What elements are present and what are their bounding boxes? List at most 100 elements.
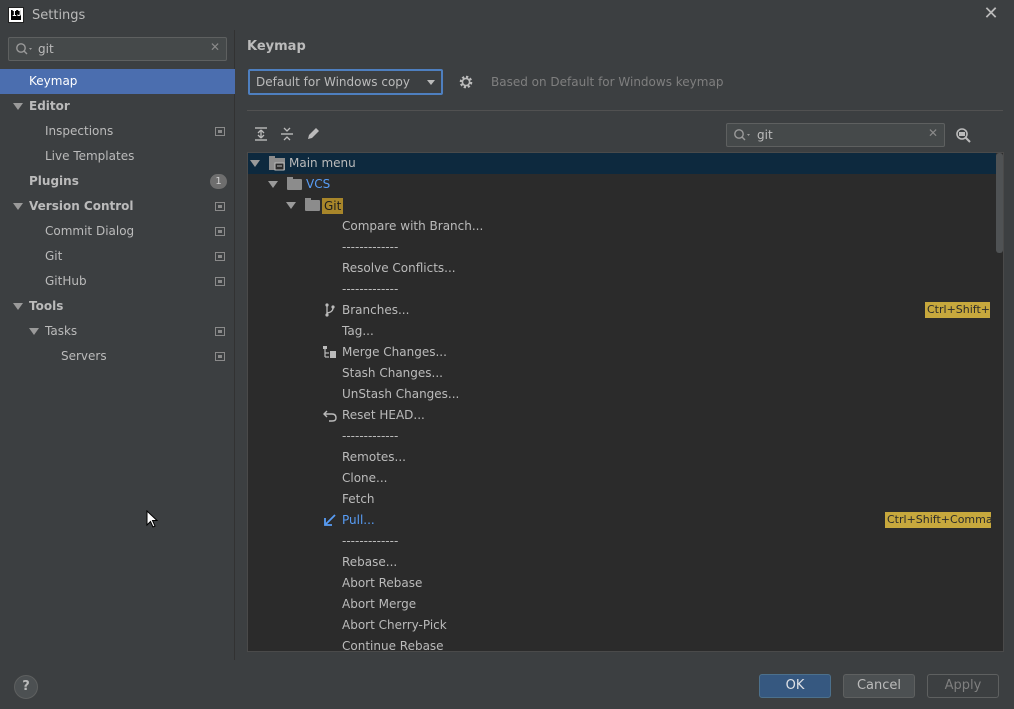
search-icon bbox=[734, 129, 750, 141]
tree-action-tag[interactable]: Tag... bbox=[248, 321, 996, 342]
search-icon bbox=[16, 43, 32, 55]
shortcut-badge: Ctrl+Shift+` bbox=[925, 302, 990, 318]
tree-action-abort-merge[interactable]: Abort Merge bbox=[248, 594, 996, 615]
sidebar-item-label: Keymap bbox=[29, 74, 78, 88]
tree-action-clone[interactable]: Clone... bbox=[248, 468, 996, 489]
keymap-search-input[interactable]: git ✕ bbox=[726, 123, 945, 147]
tree-action-compare-with-branch[interactable]: Compare with Branch... bbox=[248, 216, 996, 237]
expand-arrow-icon[interactable] bbox=[13, 103, 23, 110]
project-settings-icon bbox=[215, 202, 225, 211]
based-on-text: Based on Default for Windows keymap bbox=[491, 75, 724, 89]
sidebar-item-editor[interactable]: Editor bbox=[0, 94, 235, 119]
project-settings-icon bbox=[215, 352, 225, 361]
chevron-down-icon bbox=[427, 80, 435, 85]
sidebar-item-label: Commit Dialog bbox=[45, 224, 135, 238]
tree-action-rebase[interactable]: Rebase... bbox=[248, 552, 996, 573]
project-settings-icon bbox=[215, 252, 225, 261]
collapse-all-icon[interactable] bbox=[279, 126, 295, 142]
separator-label: ------------- bbox=[342, 240, 399, 254]
tree-action-continue-rebase[interactable]: Continue Rebase bbox=[248, 636, 996, 651]
tree-scrollbar[interactable] bbox=[996, 153, 1003, 253]
tree-action-pull[interactable]: Pull... Ctrl+Shift+Comma bbox=[248, 510, 996, 531]
tree-action-unstash-changes[interactable]: UnStash Changes... bbox=[248, 384, 996, 405]
tree-separator: ------------- bbox=[248, 279, 996, 300]
page-title: Keymap bbox=[247, 39, 306, 54]
find-by-shortcut-icon[interactable] bbox=[954, 126, 972, 144]
sidebar-item-label: Servers bbox=[61, 349, 107, 363]
help-button[interactable]: ? bbox=[14, 675, 38, 699]
tree-action-resolve-conflicts[interactable]: Resolve Conflicts... bbox=[248, 258, 996, 279]
sidebar-item-tools[interactable]: Tools bbox=[0, 294, 235, 319]
sidebar-item-live-templates[interactable]: Live Templates bbox=[0, 144, 235, 169]
action-label: Abort Rebase bbox=[342, 576, 423, 590]
action-label: Tag... bbox=[342, 324, 374, 338]
action-label: Abort Cherry-Pick bbox=[342, 618, 447, 632]
sidebar-item-tasks[interactable]: Tasks bbox=[0, 319, 235, 344]
keymap-dropdown[interactable]: Default for Windows copy bbox=[248, 69, 443, 95]
project-settings-icon bbox=[215, 227, 225, 236]
sidebar-item-keymap[interactable]: Keymap bbox=[0, 69, 235, 94]
expand-arrow-icon[interactable] bbox=[268, 181, 278, 188]
tree-node-main-menu[interactable]: Main menu bbox=[248, 153, 996, 174]
clear-search-icon[interactable]: ✕ bbox=[928, 126, 938, 140]
sidebar-item-servers[interactable]: Servers bbox=[0, 344, 235, 369]
expand-arrow-icon[interactable] bbox=[29, 328, 39, 335]
tree-action-branches[interactable]: Branches... Ctrl+Shift+` bbox=[248, 300, 996, 321]
separator-label: ------------- bbox=[342, 282, 399, 296]
expand-all-icon[interactable] bbox=[253, 126, 269, 142]
sidebar-item-git[interactable]: Git bbox=[0, 244, 235, 269]
window-title: Settings bbox=[32, 8, 86, 23]
settings-search-input[interactable]: git ✕ bbox=[8, 37, 227, 61]
action-label: Merge Changes... bbox=[342, 345, 447, 359]
tree-node-git[interactable]: Git bbox=[248, 195, 996, 216]
project-settings-icon bbox=[215, 327, 225, 336]
sidebar-item-label: Inspections bbox=[45, 124, 114, 138]
close-icon[interactable]: ✕ bbox=[982, 4, 1000, 24]
sidebar-item-label: Tools bbox=[29, 299, 64, 313]
ok-button[interactable]: OK bbox=[759, 674, 831, 698]
expand-arrow-icon[interactable] bbox=[13, 203, 23, 210]
keymap-selected-value: Default for Windows copy bbox=[256, 75, 411, 89]
settings-search-value: git bbox=[38, 42, 54, 56]
tree-action-remotes[interactable]: Remotes... bbox=[248, 447, 996, 468]
tree-node-label-highlighted: Git bbox=[322, 198, 344, 214]
sidebar-item-label: Plugins bbox=[29, 174, 79, 188]
tree-action-stash-changes[interactable]: Stash Changes... bbox=[248, 363, 996, 384]
main-menu-folder-icon bbox=[269, 156, 285, 171]
title-bar: IJ Settings ✕ bbox=[0, 0, 1014, 30]
sidebar-item-inspections[interactable]: Inspections bbox=[0, 119, 235, 144]
sidebar-item-github[interactable]: GitHub bbox=[0, 269, 235, 294]
tree-node-label: Main menu bbox=[289, 156, 356, 170]
intellij-logo-icon: IJ bbox=[8, 7, 24, 23]
sidebar-item-plugins[interactable]: Plugins 1 bbox=[0, 169, 235, 194]
tree-action-reset-head[interactable]: Reset HEAD... bbox=[248, 405, 996, 426]
expand-arrow-icon[interactable] bbox=[250, 160, 260, 167]
tree-node-label: VCS bbox=[306, 177, 331, 191]
tree-action-abort-cherry-pick[interactable]: Abort Cherry-Pick bbox=[248, 615, 996, 636]
project-settings-icon bbox=[215, 277, 225, 286]
action-label: Rebase... bbox=[342, 555, 398, 569]
edit-pencil-icon[interactable] bbox=[305, 126, 321, 142]
keymap-actions-tree[interactable]: Main menu VCS Git Compare with Branch...… bbox=[247, 152, 1004, 652]
expand-arrow-icon[interactable] bbox=[286, 202, 296, 209]
sidebar-item-label: Version Control bbox=[29, 199, 134, 213]
action-label: Abort Merge bbox=[342, 597, 417, 611]
tree-action-abort-rebase[interactable]: Abort Rebase bbox=[248, 573, 996, 594]
separator-label: ------------- bbox=[342, 429, 399, 443]
action-label: Fetch bbox=[342, 492, 375, 506]
action-label: Clone... bbox=[342, 471, 388, 485]
tree-action-merge-changes[interactable]: Merge Changes... bbox=[248, 342, 996, 363]
action-label: Stash Changes... bbox=[342, 366, 443, 380]
sidebar-item-version-control[interactable]: Version Control bbox=[0, 194, 235, 219]
tree-node-vcs[interactable]: VCS bbox=[248, 174, 996, 195]
sidebar-item-commit-dialog[interactable]: Commit Dialog bbox=[0, 219, 235, 244]
sidebar-item-label: Git bbox=[45, 249, 63, 263]
gear-icon[interactable] bbox=[458, 74, 474, 90]
action-label: Pull... bbox=[342, 513, 375, 527]
apply-button[interactable]: Apply bbox=[927, 674, 999, 698]
tree-action-fetch[interactable]: Fetch bbox=[248, 489, 996, 510]
folder-icon bbox=[287, 177, 302, 190]
expand-arrow-icon[interactable] bbox=[13, 303, 23, 310]
clear-search-icon[interactable]: ✕ bbox=[210, 40, 220, 54]
cancel-button[interactable]: Cancel bbox=[843, 674, 915, 698]
